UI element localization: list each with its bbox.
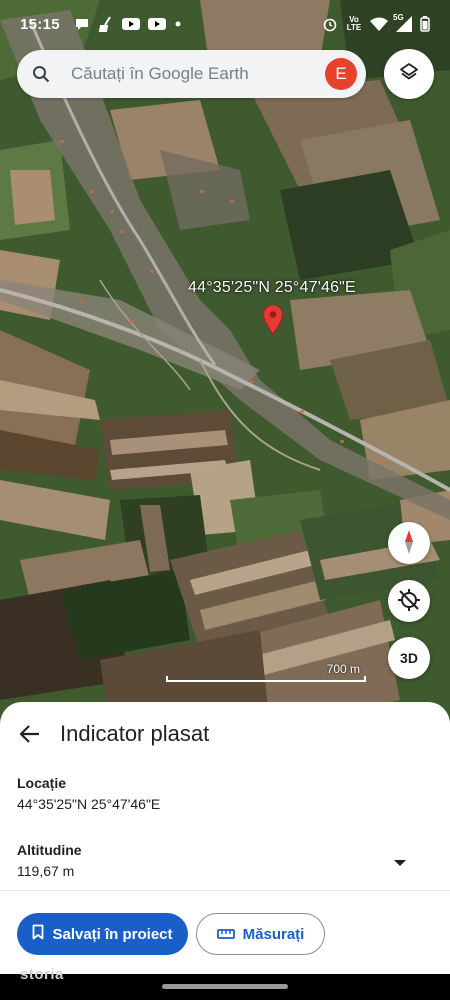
broom-icon xyxy=(98,16,114,32)
avatar[interactable]: E xyxy=(325,58,357,90)
location-value: 44°35'25"N 25°47'46"E xyxy=(17,796,161,812)
scale-bar xyxy=(166,676,366,682)
home-indicator[interactable] xyxy=(162,984,288,989)
search-input[interactable]: Căutați în Google Earth xyxy=(65,64,325,84)
save-to-project-button[interactable]: Salvați în proiect xyxy=(17,913,188,955)
sheet-title: Indicator plasat xyxy=(60,721,210,746)
satellite-map[interactable] xyxy=(0,0,450,730)
gps-off-icon xyxy=(397,588,421,615)
youtube-icon xyxy=(121,17,140,31)
scale-label: 700 m xyxy=(326,662,360,676)
signal-5g-icon: 5G xyxy=(393,13,413,32)
ruler-icon xyxy=(216,926,235,943)
search-bar[interactable]: Căutați în Google Earth E xyxy=(17,50,366,98)
status-bar: 15:15 Vo LTE 5G xyxy=(0,0,450,48)
back-arrow-icon[interactable] xyxy=(0,725,60,743)
view-3d-button[interactable]: 3D xyxy=(388,637,430,679)
dot-icon xyxy=(174,20,182,28)
net-type-label: 5G xyxy=(393,13,404,22)
chat-icon xyxy=(74,16,90,32)
sheet-header: Indicator plasat xyxy=(0,714,450,754)
save-to-project-label: Salvați în proiect xyxy=(52,925,173,943)
bookmark-icon xyxy=(32,924,44,944)
pin-coordinates-label: 44°35'25"N 25°47'46"E xyxy=(188,279,356,296)
battery-icon xyxy=(420,16,430,32)
placed-marker-sheet: Indicator plasat Locație 44°35'25"N 25°4… xyxy=(0,702,450,974)
measure-button[interactable]: Măsurați xyxy=(196,913,325,955)
altitude-label: Altitudine xyxy=(17,842,82,858)
status-left-icons xyxy=(74,16,182,32)
storia-watermark: storia xyxy=(20,966,64,983)
wifi-icon xyxy=(370,17,388,31)
compass-icon xyxy=(399,529,419,558)
youtube-icon xyxy=(147,17,166,31)
map-imagery xyxy=(0,0,450,730)
alarm-icon xyxy=(322,16,338,32)
location-label: Locație xyxy=(17,775,67,791)
map-scale: 700 m xyxy=(166,662,366,684)
location-pin-icon[interactable] xyxy=(262,304,284,335)
status-right-icons: Vo LTE 5G xyxy=(322,13,430,32)
compass-button[interactable] xyxy=(388,522,430,564)
divider xyxy=(0,890,450,891)
volte-icon: Vo LTE xyxy=(346,15,362,32)
search-icon[interactable] xyxy=(17,65,65,83)
layers-button[interactable] xyxy=(384,49,434,99)
status-time: 15:15 xyxy=(20,15,60,33)
measure-label: Măsurați xyxy=(242,925,305,943)
my-location-button[interactable] xyxy=(388,580,430,622)
altitude-value: 119,67 m xyxy=(17,863,75,879)
chevron-down-icon[interactable] xyxy=(393,854,407,866)
layers-icon xyxy=(398,61,420,88)
